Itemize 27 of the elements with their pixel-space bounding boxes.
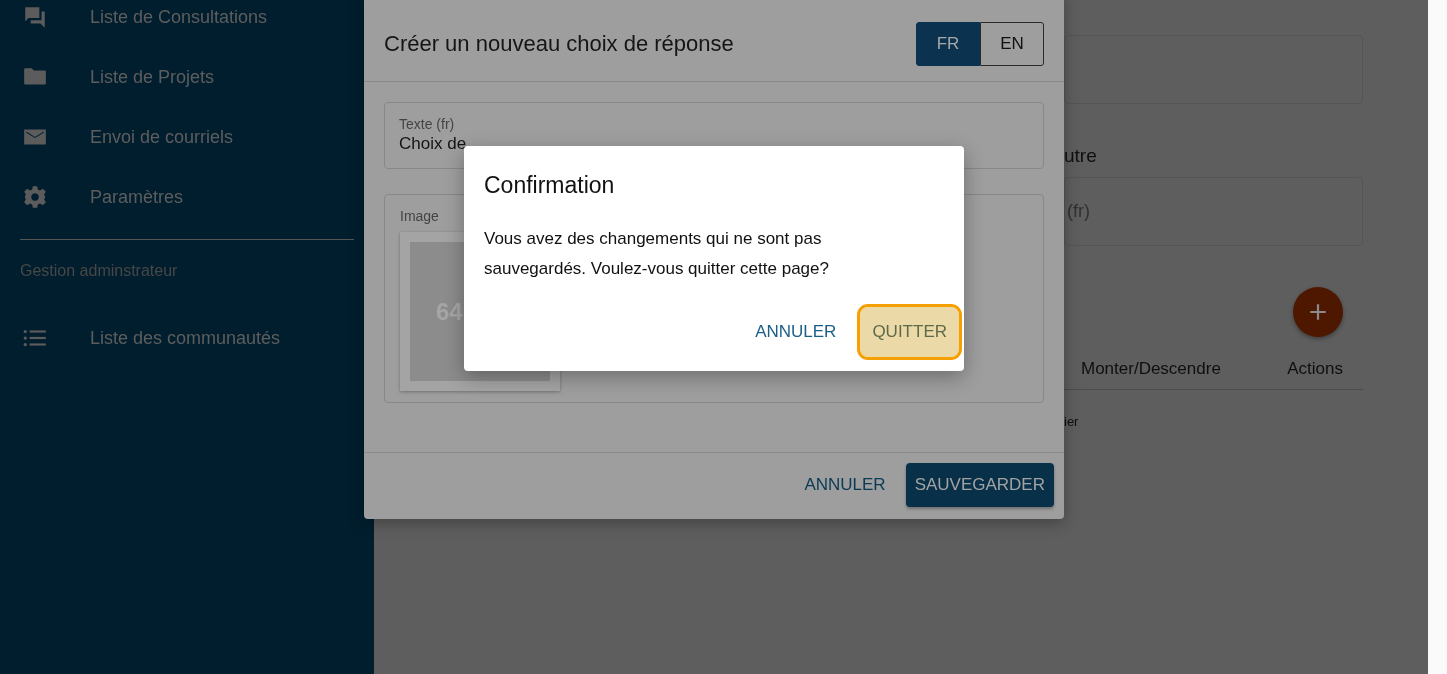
- column-header: Actions: [1287, 359, 1343, 380]
- field-value: Choix de: [399, 134, 468, 154]
- language-tab[interactable]: EN: [980, 22, 1044, 66]
- dialog-title: Créer un nouveau choix de réponse: [384, 31, 734, 57]
- section-heading: Gestion adminstrateur: [20, 262, 179, 280]
- settings-icon: [22, 184, 48, 210]
- sidebar-item[interactable]: Paramètres: [20, 167, 354, 227]
- dialog-title: Confirmation: [484, 172, 616, 199]
- plus-icon: [1307, 301, 1329, 323]
- sidebar-item[interactable]: Liste des communautés: [20, 308, 354, 368]
- text-field[interactable]: [1064, 35, 1363, 104]
- field-label: Texte (fr): [399, 116, 456, 132]
- column-header: Monter/Descendre: [1081, 359, 1221, 380]
- table-cell-text: ier: [1064, 414, 1080, 429]
- cancel-button[interactable]: ANNULER: [747, 310, 845, 354]
- dialog-message: Vous avez des changements qui ne sont pas sauvegardés. Voulez-vous quitter cette page?: [484, 228, 830, 280]
- sidebar-item[interactable]: Liste de Consultations: [20, 0, 354, 47]
- cancel-button[interactable]: ANNULER: [796, 463, 894, 507]
- save-button[interactable]: SAUVEGARDER: [905, 463, 1054, 507]
- field-label: Image: [400, 208, 439, 224]
- sidebar-item[interactable]: Liste de Projets: [20, 47, 354, 107]
- sidebar-item[interactable]: Envoi de courriels: [20, 107, 354, 167]
- section-title: utre: [1064, 145, 1098, 167]
- add-button[interactable]: [1293, 287, 1343, 337]
- quit-button[interactable]: QUITTER: [860, 307, 959, 357]
- language-tab[interactable]: FR: [916, 22, 980, 66]
- chat-icon: [22, 4, 48, 30]
